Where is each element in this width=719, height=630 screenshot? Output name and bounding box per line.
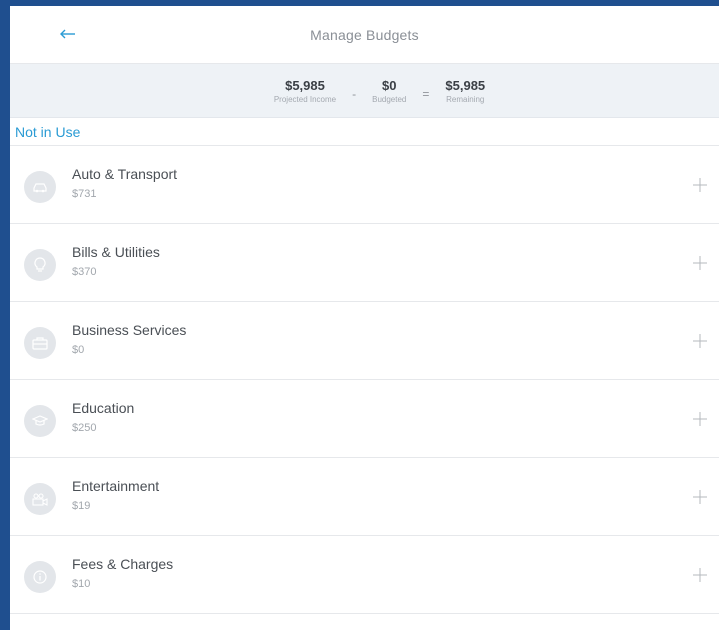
- add-budget-button[interactable]: [689, 408, 711, 430]
- remaining-value: $5,985: [445, 77, 486, 93]
- category-amount: $0: [72, 344, 85, 356]
- budgeted-label: Budgeted: [372, 94, 407, 104]
- plus-icon: [693, 568, 707, 582]
- category-amount: $370: [72, 266, 97, 278]
- category-name: Auto & Transport: [72, 166, 178, 182]
- add-budget-button[interactable]: [689, 330, 711, 352]
- plus-icon: [693, 178, 707, 192]
- graduation-cap-icon: [24, 405, 56, 437]
- category-list: Auto & Transport $731 Bills & Utilities …: [10, 146, 719, 614]
- add-budget-button[interactable]: [689, 174, 711, 196]
- lightbulb-icon: [24, 249, 56, 281]
- info-icon: [24, 561, 56, 593]
- budget-summary: $5,985 Projected Income - $0 Budgeted = …: [10, 64, 719, 118]
- minus-sign: -: [352, 86, 357, 101]
- plus-icon: [693, 256, 707, 270]
- category-name: Business Services: [72, 322, 187, 338]
- category-amount: $250: [72, 422, 97, 434]
- film-camera-icon: [24, 483, 56, 515]
- add-budget-button[interactable]: [689, 486, 711, 508]
- back-button[interactable]: [54, 20, 82, 48]
- projected-income-value: $5,985: [285, 77, 325, 93]
- plus-icon: [693, 412, 707, 426]
- remaining-block: $5,985 Remaining: [445, 78, 485, 104]
- category-row-bills-utilities[interactable]: Bills & Utilities $370: [10, 224, 719, 302]
- projected-income-block: $5,985 Projected Income: [274, 78, 336, 104]
- remaining-label: Remaining: [446, 94, 485, 104]
- car-icon: [24, 171, 56, 203]
- category-row-entertainment[interactable]: Entertainment $19: [10, 458, 719, 536]
- category-row-fees-charges[interactable]: Fees & Charges $10: [10, 536, 719, 614]
- category-name: Bills & Utilities: [72, 244, 160, 260]
- equals-sign: =: [422, 86, 430, 101]
- category-row-auto-transport[interactable]: Auto & Transport $731: [10, 146, 719, 224]
- category-amount: $10: [72, 578, 91, 590]
- add-budget-button[interactable]: [689, 252, 711, 274]
- category-amount: $19: [72, 500, 91, 512]
- arrow-left-icon: [60, 29, 75, 39]
- page-title: Manage Budgets: [310, 26, 419, 43]
- briefcase-icon: [24, 327, 56, 359]
- category-name: Education: [72, 400, 135, 416]
- category-amount: $731: [72, 188, 97, 200]
- top-bar: Manage Budgets: [10, 6, 719, 64]
- app-window: Manage Budgets $5,985 Projected Income -…: [0, 0, 719, 630]
- category-name: Entertainment: [72, 478, 160, 494]
- budgeted-value: $0: [382, 77, 397, 93]
- plus-icon: [693, 334, 707, 348]
- plus-icon: [693, 490, 707, 504]
- add-budget-button[interactable]: [689, 564, 711, 586]
- section-not-in-use: Not in Use: [10, 118, 719, 146]
- category-name: Fees & Charges: [72, 556, 174, 572]
- category-row-business-services[interactable]: Business Services $0: [10, 302, 719, 380]
- projected-income-label: Projected Income: [273, 94, 337, 104]
- budgeted-block: $0 Budgeted: [372, 78, 406, 104]
- category-row-education[interactable]: Education $250: [10, 380, 719, 458]
